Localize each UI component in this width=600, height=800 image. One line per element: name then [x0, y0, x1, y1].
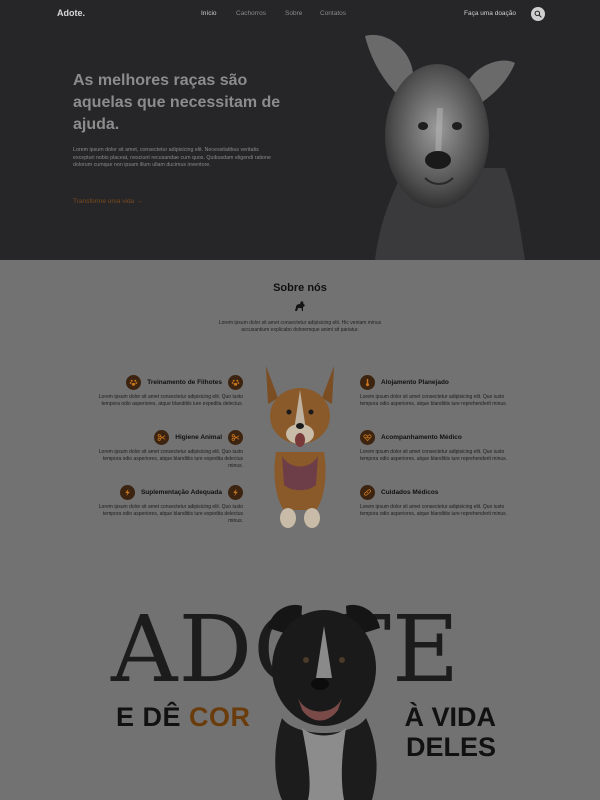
- nav-link-inicio[interactable]: Início: [201, 10, 217, 17]
- hero-dog-image: [365, 34, 525, 260]
- bandage-icon: [360, 484, 375, 500]
- search-icon: [534, 10, 542, 18]
- search-button[interactable]: [531, 7, 545, 21]
- about-section: Sobre nós Lorem ipsum dolor sit amet con…: [0, 260, 600, 560]
- feature-cuidados: Cuidados Médicos Lorem ipsum dolor sit a…: [360, 484, 508, 518]
- feature-acompanhamento: Acompanhamento Médico Lorem ipsum dolor …: [360, 429, 508, 463]
- nav-link-contatos[interactable]: Contatos: [320, 10, 346, 17]
- top-nav: Adote. Início Cachorros Sobre Contatos F…: [0, 0, 600, 28]
- donate-link[interactable]: Faça uma doação: [464, 10, 516, 17]
- paw-badge-icon: [126, 374, 142, 390]
- feature-text: Lorem ipsum dolor sit amet consectetur a…: [360, 504, 508, 517]
- slogan-part-a: E DÊ: [116, 702, 190, 732]
- paw-badge-icon: [228, 374, 243, 390]
- lightning-icon: [228, 484, 243, 500]
- feature-treinamento: Treinamento de Filhotes Lorem ipsum dolo…: [95, 374, 243, 408]
- feature-title: Cuidados Médicos: [381, 488, 439, 496]
- hero-title: As melhores raças são aquelas que necess…: [73, 72, 281, 133]
- feature-title: Treinamento de Filhotes: [147, 378, 222, 386]
- banner-slogan-right: À VIDA DELES: [382, 702, 496, 762]
- slogan-part-b: À VIDA: [404, 702, 496, 732]
- feature-text: Lorem ipsum dolor sit amet consectetur a…: [360, 449, 508, 462]
- corgi-image: [266, 366, 334, 528]
- hero-section: Adote. Início Cachorros Sobre Contatos F…: [0, 0, 600, 260]
- feature-alojamento: Alojamento Planejado Lorem ipsum dolor s…: [360, 374, 508, 408]
- feature-text: Lorem ipsum dolor sit amet consectetur a…: [98, 449, 243, 469]
- logo[interactable]: Adote.: [57, 8, 85, 18]
- hero-text: Lorem ipsum dolor sit amet, consectetur …: [73, 147, 271, 169]
- hero-cta-link[interactable]: Transforme uma vida →: [73, 198, 142, 205]
- heart-pulse-icon: [360, 429, 375, 445]
- banner-dog-image: [268, 604, 380, 800]
- feature-text: Lorem ipsum dolor sit amet consectetur a…: [98, 394, 243, 407]
- feature-text: Lorem ipsum dolor sit amet consectetur a…: [360, 394, 508, 407]
- scissors-icon: [154, 429, 170, 445]
- nav-link-sobre[interactable]: Sobre: [285, 10, 302, 17]
- about-text: Lorem ipsum dolor sit amet consectetur a…: [218, 320, 382, 333]
- about-title: Sobre nós: [273, 282, 327, 294]
- dog-silhouette-icon: [295, 301, 305, 311]
- feature-text: Lorem ipsum dolor sit amet consectetur a…: [98, 504, 243, 524]
- adopt-banner: ADOTE E DÊ COR À VIDA DELES: [0, 560, 600, 800]
- banner-slogan-left: E DÊ COR: [116, 702, 251, 733]
- slogan-part-c: DELES: [405, 732, 496, 762]
- thermometer-icon: [360, 374, 375, 390]
- feature-suplementacao: Suplementação Adequada Lorem ipsum dolor…: [95, 484, 243, 525]
- feature-higiene: Higiene Animal Lorem ipsum dolor sit ame…: [95, 429, 243, 470]
- slogan-accent: COR: [189, 702, 251, 732]
- feature-title: Higiene Animal: [175, 433, 222, 441]
- feature-title: Acompanhamento Médico: [381, 433, 462, 441]
- scissors-icon: [228, 429, 243, 445]
- lightning-icon: [119, 484, 135, 500]
- feature-title: Suplementação Adequada: [140, 488, 222, 496]
- feature-title: Alojamento Planejado: [381, 378, 449, 386]
- nav-link-cachorros[interactable]: Cachorros: [236, 10, 266, 17]
